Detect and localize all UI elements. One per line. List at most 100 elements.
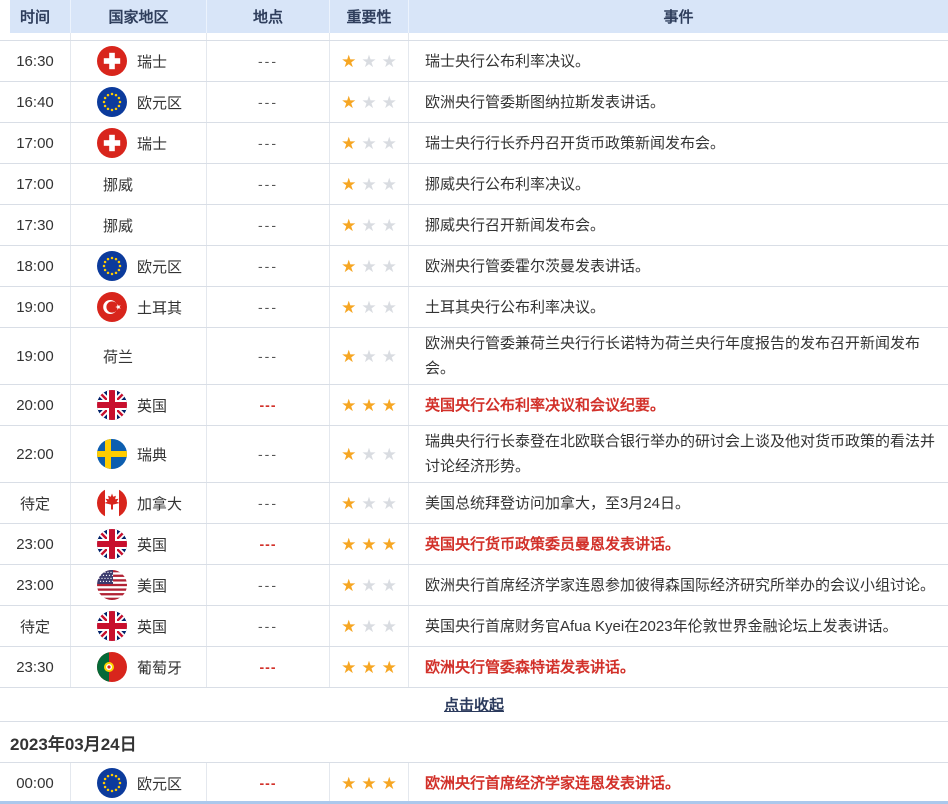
event-country: 美国 (71, 565, 207, 605)
star-icon: ★ (361, 495, 376, 512)
importance-stars: ★★★ (330, 123, 409, 163)
importance-stars: ★★★ (330, 647, 409, 687)
star-icon: ★ (382, 348, 397, 365)
star-icon: ★ (382, 446, 397, 463)
country-name: 荷兰 (103, 346, 133, 367)
table-row: 16:40欧元区---★★★欧洲央行管委斯图纳拉斯发表讲话。 (0, 82, 948, 123)
country-name: 英国 (137, 616, 167, 637)
table-row: 17:30挪威---★★★挪威央行召开新闻发布会。 (0, 205, 948, 246)
star-icon: ★ (361, 176, 376, 193)
importance-stars: ★ ★ ★ (330, 763, 409, 801)
star-icon: ★ (382, 94, 397, 111)
importance-stars: ★★★ (330, 524, 409, 564)
star-icon: ★ (341, 258, 356, 275)
importance-stars: ★★★ (330, 565, 409, 605)
event-time: 23:00 (0, 565, 71, 605)
event-location: --- (207, 385, 330, 425)
event-location: --- (207, 82, 330, 122)
importance-stars: ★★★ (330, 246, 409, 286)
collapse-link[interactable]: 点击收起 (444, 694, 504, 715)
flag-pt-icon (97, 652, 127, 682)
star-icon: ★ (341, 397, 356, 414)
event-location: --- (207, 606, 330, 646)
star-icon: ★ (382, 618, 397, 635)
event-time: 23:30 (0, 647, 71, 687)
star-icon: ★ (382, 775, 397, 792)
star-icon: ★ (361, 348, 376, 365)
importance-stars: ★★★ (330, 82, 409, 122)
col-header-event: 事件 (409, 0, 948, 33)
event-location: --- (207, 41, 330, 81)
star-icon: ★ (382, 176, 397, 193)
star-icon: ★ (341, 775, 356, 792)
country-name: 加拿大 (137, 493, 182, 514)
star-icon: ★ (382, 536, 397, 553)
flag-eu-icon (97, 87, 127, 117)
event-location: --- (207, 647, 330, 687)
table-row: 23:00美国---★★★欧洲央行首席经济学家连恩参加彼得森国际经济研究所举办的… (0, 565, 948, 606)
partial-scrolled-row (0, 33, 948, 41)
truncated-row-viewport: 00:00欧元区---★★★欧洲央行首席经济学家连恩发表讲话。 (0, 763, 948, 801)
importance-stars: ★★★ (330, 483, 409, 523)
date-section-header: 2023年03月24日 (0, 722, 948, 763)
flag-eu-icon (97, 251, 127, 281)
star-icon: ★ (341, 53, 356, 70)
country-name: 瑞典 (137, 444, 167, 465)
event-description: 瑞典央行行长泰登在北欧联合银行举办的研讨会上谈及他对货币政策的看法并讨论经济形势… (409, 426, 948, 482)
country-name: 瑞士 (137, 51, 167, 72)
flag-us-icon (97, 570, 127, 600)
table-row: 17:00瑞士---★★★瑞士央行行长乔丹召开货币政策新闻发布会。 (0, 123, 948, 164)
star-icon: ★ (341, 299, 356, 316)
flag-gb-icon (97, 611, 127, 641)
event-time: 19:00 (0, 287, 71, 327)
table-row: 20:00英国---★★★英国央行公布利率决议和会议纪要。 (0, 385, 948, 426)
country-name: 土耳其 (137, 297, 182, 318)
event-location: --- (207, 205, 330, 245)
country-name: 欧元区 (137, 773, 182, 794)
star-icon: ★ (341, 176, 356, 193)
event-country: 挪威 (71, 205, 207, 245)
country-name: 瑞士 (137, 133, 167, 154)
star-icon: ★ (382, 135, 397, 152)
star-icon: ★ (341, 618, 356, 635)
star-icon: ★ (341, 348, 356, 365)
event-description: 挪威央行召开新闻发布会。 (409, 205, 948, 245)
flag-se-icon (97, 439, 127, 469)
event-description: 欧洲央行管委霍尔茨曼发表讲话。 (409, 246, 948, 286)
event-country: 欧元区 (71, 763, 207, 801)
col-header-location: 地点 (207, 0, 330, 33)
table-row: 18:00欧元区---★★★欧洲央行管委霍尔茨曼发表讲话。 (0, 246, 948, 287)
flag-eu-icon (97, 768, 127, 798)
importance-stars: ★★★ (330, 606, 409, 646)
star-icon: ★ (361, 577, 376, 594)
event-country: 瑞士 (71, 41, 207, 81)
star-icon: ★ (382, 299, 397, 316)
star-icon: ★ (382, 397, 397, 414)
star-icon: ★ (361, 135, 376, 152)
country-name: 欧元区 (137, 92, 182, 113)
star-icon: ★ (361, 53, 376, 70)
flag-ch-icon (97, 128, 127, 158)
flag-ch-icon (97, 46, 127, 76)
event-time: 18:00 (0, 246, 71, 286)
event-time: 23:00 (0, 524, 71, 564)
importance-stars: ★★★ (330, 426, 409, 482)
star-icon: ★ (361, 536, 376, 553)
flag-ca-icon (97, 488, 127, 518)
importance-stars: ★★★ (330, 41, 409, 81)
star-icon: ★ (341, 659, 356, 676)
event-country: 瑞士 (71, 123, 207, 163)
event-description: 美国总统拜登访问加拿大，至3月24日。 (409, 483, 948, 523)
event-location: --- (207, 763, 330, 801)
table-row: 19:00土耳其---★★★土耳其央行公布利率决议。 (0, 287, 948, 328)
star-icon: ★ (361, 775, 376, 792)
event-time: 16:40 (0, 82, 71, 122)
event-country: 欧元区 (71, 246, 207, 286)
event-time: 17:30 (0, 205, 71, 245)
event-description: 瑞士央行公布利率决议。 (409, 41, 948, 81)
col-header-country: 国家地区 (71, 0, 207, 33)
table-row: 待定英国---★★★英国央行首席财务官Afua Kyei在2023年伦敦世界金融… (0, 606, 948, 647)
star-icon: ★ (361, 397, 376, 414)
importance-stars: ★ ★ ★ (330, 328, 409, 384)
star-icon: ★ (382, 217, 397, 234)
